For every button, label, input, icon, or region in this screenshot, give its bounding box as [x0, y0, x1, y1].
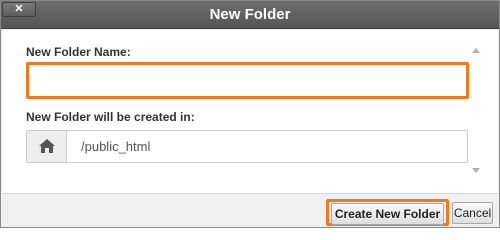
vertical-scrollbar[interactable]	[470, 44, 482, 178]
location-path: /public_html	[81, 139, 151, 154]
close-button[interactable]: ✕	[2, 2, 36, 17]
location-addon	[27, 131, 67, 162]
create-new-folder-button[interactable]: Create New Folder	[331, 203, 444, 225]
dialog-footer: Create New Folder Cancel	[2, 193, 498, 227]
location-label: New Folder will be created in:	[26, 110, 195, 124]
new-folder-dialog: New Folder ✕ New Folder Name: New Folder…	[0, 0, 500, 228]
folder-name-label: New Folder Name:	[26, 45, 131, 59]
scroll-up-icon[interactable]	[472, 48, 480, 53]
folder-name-input[interactable]	[26, 62, 469, 99]
location-field: /public_html	[26, 130, 468, 163]
dialog-title: New Folder	[209, 6, 291, 23]
cancel-button[interactable]: Cancel	[452, 202, 493, 224]
close-icon: ✕	[14, 3, 24, 15]
dialog-body: New Folder Name: New Folder will be crea…	[2, 30, 498, 193]
scroll-down-icon[interactable]	[472, 168, 480, 173]
home-icon	[39, 139, 55, 153]
dialog-titlebar: New Folder ✕	[1, 1, 499, 29]
create-button-highlight: Create New Folder	[326, 199, 449, 226]
